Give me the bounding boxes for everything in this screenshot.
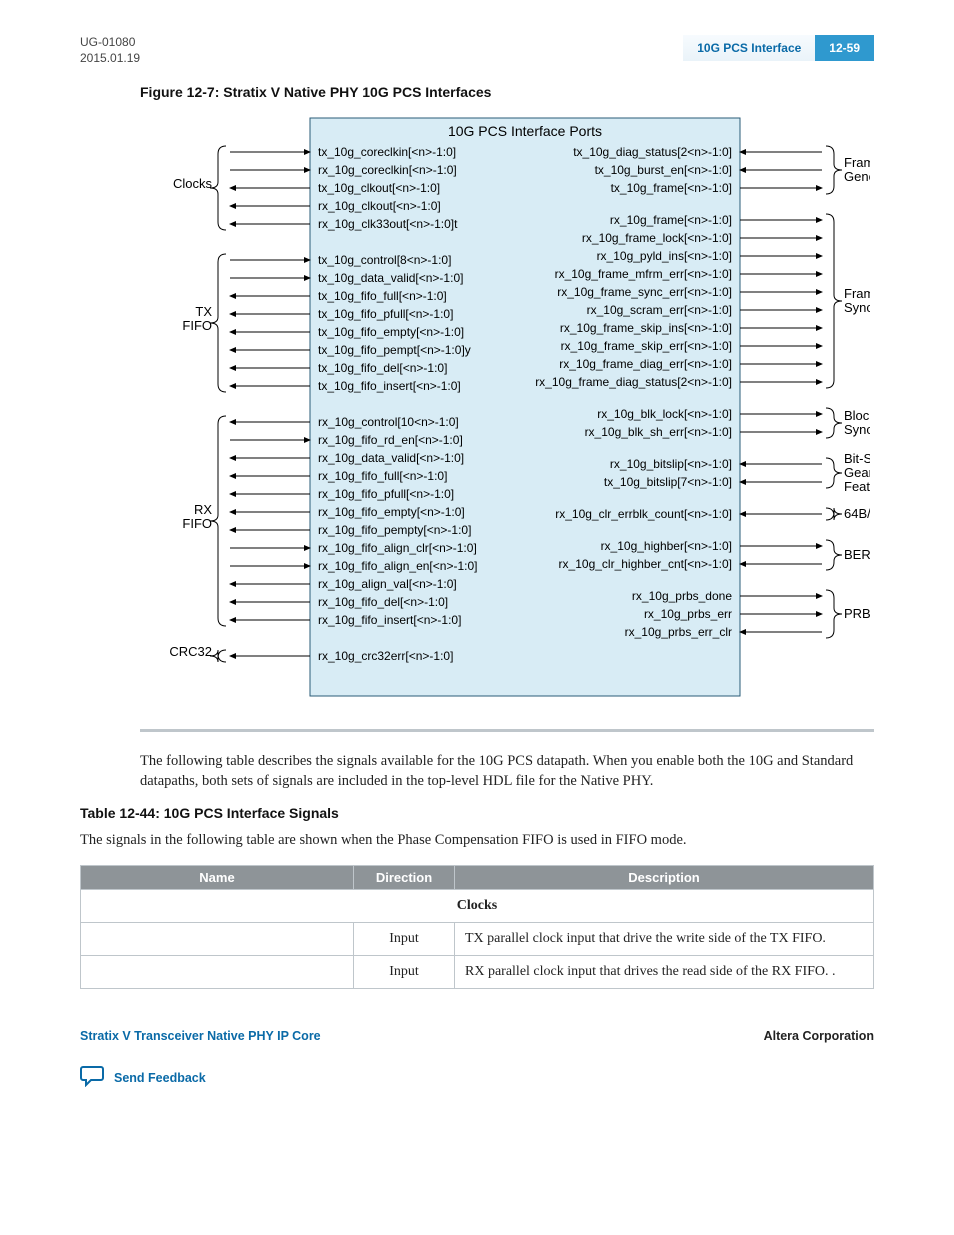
cell-description: RX parallel clock input that drives the …	[455, 955, 874, 988]
table-row: Input RX parallel clock input that drive…	[81, 955, 874, 988]
svg-text:tx_10g_coreclkin[<n>-1:0]: tx_10g_coreclkin[<n>-1:0]	[318, 145, 456, 159]
svg-text:Synchronizer: Synchronizer	[844, 422, 870, 437]
svg-text:tx_10g_fifo_del[<n>-1:0]: tx_10g_fifo_del[<n>-1:0]	[318, 361, 447, 375]
svg-text:BER: BER	[844, 547, 870, 562]
svg-text:tx_10g_bitslip[7<n>-1:0]: tx_10g_bitslip[7<n>-1:0]	[604, 475, 732, 489]
divider	[140, 729, 874, 732]
svg-text:Clocks: Clocks	[173, 176, 213, 191]
svg-text:rx_10g_frame_diag_status[2<n>-: rx_10g_frame_diag_status[2<n>-1:0]	[535, 375, 732, 389]
svg-text:rx_10g_clk33out[<n>-1:0]t: rx_10g_clk33out[<n>-1:0]t	[318, 217, 458, 231]
svg-text:rx_10g_scram_err[<n>-1:0]: rx_10g_scram_err[<n>-1:0]	[587, 303, 732, 317]
svg-text:rx_10g_frame[<n>-1:0]: rx_10g_frame[<n>-1:0]	[610, 213, 732, 227]
footer-company: Altera Corporation	[764, 1029, 874, 1043]
doc-id: UG-01080	[80, 35, 140, 51]
svg-text:FIFO: FIFO	[182, 516, 212, 531]
svg-text:PRBS: PRBS	[844, 606, 870, 621]
svg-text:tx_10g_burst_en[<n>-1:0]: tx_10g_burst_en[<n>-1:0]	[595, 163, 732, 177]
doc-meta: UG-01080 2015.01.19	[80, 35, 140, 66]
svg-text:rx_10g_frame_skip_ins[<n>-1:0]: rx_10g_frame_skip_ins[<n>-1:0]	[560, 321, 732, 335]
col-description: Description	[455, 865, 874, 889]
svg-text:rx_10g_blk_sh_err[<n>-1:0]: rx_10g_blk_sh_err[<n>-1:0]	[585, 425, 732, 439]
svg-text:tx_10g_fifo_pempt[<n>-1:0]y: tx_10g_fifo_pempt[<n>-1:0]y	[318, 343, 471, 357]
svg-text:rx_10g_prbs_err_clr: rx_10g_prbs_err_clr	[625, 625, 732, 639]
cell-name	[81, 955, 354, 988]
svg-text:TX: TX	[195, 304, 212, 319]
svg-text:rx_10g_fifo_align_clr[<n>-1:0]: rx_10g_fifo_align_clr[<n>-1:0]	[318, 541, 477, 555]
svg-text:rx_10g_clkout[<n>-1:0]: rx_10g_clkout[<n>-1:0]	[318, 199, 441, 213]
signals-table: Name Direction Description Clocks Input …	[80, 865, 874, 989]
svg-text:rx_10g_prbs_err: rx_10g_prbs_err	[644, 607, 732, 621]
table-intro: The signals in the following table are s…	[80, 831, 874, 851]
svg-text:64B/66B: 64B/66B	[844, 506, 870, 521]
doc-date: 2015.01.19	[80, 51, 140, 67]
svg-text:rx_10g_blk_lock[<n>-1:0]: rx_10g_blk_lock[<n>-1:0]	[597, 407, 732, 421]
col-name: Name	[81, 865, 354, 889]
svg-text:rx_10g_fifo_pempty[<n>-1:0]: rx_10g_fifo_pempty[<n>-1:0]	[318, 523, 471, 537]
svg-text:tx_10g_fifo_full[<n>-1:0]: tx_10g_fifo_full[<n>-1:0]	[318, 289, 447, 303]
page-locator: 10G PCS Interface 12-59	[683, 35, 874, 61]
svg-text:rx_10g_align_val[<n>-1:0]: rx_10g_align_val[<n>-1:0]	[318, 577, 457, 591]
svg-text:rx_10g_prbs_done: rx_10g_prbs_done	[632, 589, 732, 603]
feedback-icon[interactable]	[80, 1065, 106, 1092]
svg-text:rx_10g_frame_diag_err[<n>-1:0]: rx_10g_frame_diag_err[<n>-1:0]	[559, 357, 732, 371]
figure-caption: Figure 12-7: Stratix V Native PHY 10G PC…	[140, 84, 874, 100]
page-footer: Stratix V Transceiver Native PHY IP Core…	[80, 1029, 874, 1043]
svg-text:rx_10g_fifo_rd_en[<n>-1:0]: rx_10g_fifo_rd_en[<n>-1:0]	[318, 433, 463, 447]
svg-text:tx_10g_data_valid[<n>-1:0]: tx_10g_data_valid[<n>-1:0]	[318, 271, 463, 285]
svg-text:Generator: Generator	[844, 169, 870, 184]
svg-text:rx_10g_highber[<n>-1:0]: rx_10g_highber[<n>-1:0]	[601, 539, 732, 553]
svg-text:RX: RX	[194, 502, 212, 517]
col-direction: Direction	[354, 865, 455, 889]
cell-description: TX parallel clock input that drive the w…	[455, 922, 874, 955]
figure-diagram: 10G PCS Interface Ports tx_10g_coreclkin[…	[140, 108, 874, 709]
svg-text:rx_10g_clr_highber_cnt[<n>-1:0: rx_10g_clr_highber_cnt[<n>-1:0]	[559, 557, 732, 571]
svg-text:rx_10g_coreclkin[<n>-1:0]: rx_10g_coreclkin[<n>-1:0]	[318, 163, 457, 177]
svg-text:rx_10g_crc32err[<n>-1:0]: rx_10g_crc32err[<n>-1:0]	[318, 649, 453, 663]
svg-text:Frame: Frame	[844, 286, 870, 301]
svg-text:rx_10g_fifo_pfull[<n>-1:0]: rx_10g_fifo_pfull[<n>-1:0]	[318, 487, 454, 501]
svg-text:Synchronizer: Synchronizer	[844, 300, 870, 315]
svg-text:CRC32: CRC32	[169, 644, 212, 659]
svg-text:Frame: Frame	[844, 155, 870, 170]
svg-text:Gearbox: Gearbox	[844, 465, 870, 480]
svg-text:rx_10g_frame_skip_err[<n>-1:0]: rx_10g_frame_skip_err[<n>-1:0]	[561, 339, 732, 353]
svg-text:tx_10g_fifo_pfull[<n>-1:0]: tx_10g_fifo_pfull[<n>-1:0]	[318, 307, 453, 321]
svg-text:rx_10g_fifo_align_en[<n>-1:0]: rx_10g_fifo_align_en[<n>-1:0]	[318, 559, 477, 573]
svg-text:rx_10g_fifo_full[<n>-1:0]: rx_10g_fifo_full[<n>-1:0]	[318, 469, 447, 483]
svg-text:rx_10g_bitslip[<n>-1:0]: rx_10g_bitslip[<n>-1:0]	[610, 457, 732, 471]
svg-text:rx_10g_clr_errblk_count[<n>-1:: rx_10g_clr_errblk_count[<n>-1:0]	[555, 507, 732, 521]
cell-direction: Input	[354, 955, 455, 988]
cell-name	[81, 922, 354, 955]
svg-text:FIFO: FIFO	[182, 318, 212, 333]
svg-text:Block: Block	[844, 408, 870, 423]
page-number: 12-59	[815, 35, 874, 61]
table-group-header: Clocks	[81, 889, 874, 922]
svg-text:tx_10g_diag_status[2<n>-1:0]: tx_10g_diag_status[2<n>-1:0]	[573, 145, 732, 159]
svg-text:rx_10g_fifo_insert[<n>-1:0]: rx_10g_fifo_insert[<n>-1:0]	[318, 613, 461, 627]
svg-text:rx_10g_fifo_del[<n>-1:0]: rx_10g_fifo_del[<n>-1:0]	[318, 595, 448, 609]
svg-text:tx_10g_control[8<n>-1:0]: tx_10g_control[8<n>-1:0]	[318, 253, 451, 267]
page-header: UG-01080 2015.01.19 10G PCS Interface 12…	[80, 35, 874, 66]
svg-text:tx_10g_fifo_insert[<n>-1:0]: tx_10g_fifo_insert[<n>-1:0]	[318, 379, 461, 393]
svg-text:rx_10g_pyld_ins[<n>-1:0]: rx_10g_pyld_ins[<n>-1:0]	[597, 249, 732, 263]
svg-text:tx_10g_frame[<n>-1:0]: tx_10g_frame[<n>-1:0]	[611, 181, 732, 195]
send-feedback-link[interactable]: Send Feedback	[114, 1071, 206, 1085]
svg-text:tx_10g_clkout[<n>-1:0]: tx_10g_clkout[<n>-1:0]	[318, 181, 440, 195]
cell-direction: Input	[354, 922, 455, 955]
svg-text:rx_10g_frame_lock[<n>-1:0]: rx_10g_frame_lock[<n>-1:0]	[582, 231, 732, 245]
svg-text:Bit-Slip: Bit-Slip	[844, 451, 870, 466]
table-row: Input TX parallel clock input that drive…	[81, 922, 874, 955]
svg-text:rx_10g_fifo_empty[<n>-1:0]: rx_10g_fifo_empty[<n>-1:0]	[318, 505, 465, 519]
svg-text:rx_10g_data_valid[<n>-1:0]: rx_10g_data_valid[<n>-1:0]	[318, 451, 464, 465]
svg-text:rx_10g_frame_mfrm_err[<n>-1:0]: rx_10g_frame_mfrm_err[<n>-1:0]	[555, 267, 732, 281]
svg-text:rx_10g_control[10<n>-1:0]: rx_10g_control[10<n>-1:0]	[318, 415, 459, 429]
section-title: 10G PCS Interface	[683, 35, 815, 61]
svg-text:10G PCS Interface Ports: 10G PCS Interface Ports	[448, 123, 602, 139]
footer-doc-title: Stratix V Transceiver Native PHY IP Core	[80, 1029, 321, 1043]
intro-paragraph: The following table describes the signal…	[140, 752, 874, 791]
svg-text:Feature: Feature	[844, 479, 870, 494]
svg-text:tx_10g_fifo_empty[<n>-1:0]: tx_10g_fifo_empty[<n>-1:0]	[318, 325, 464, 339]
table-caption: Table 12-44: 10G PCS Interface Signals	[80, 805, 874, 821]
svg-text:rx_10g_frame_sync_err[<n>-1:0]: rx_10g_frame_sync_err[<n>-1:0]	[557, 285, 732, 299]
